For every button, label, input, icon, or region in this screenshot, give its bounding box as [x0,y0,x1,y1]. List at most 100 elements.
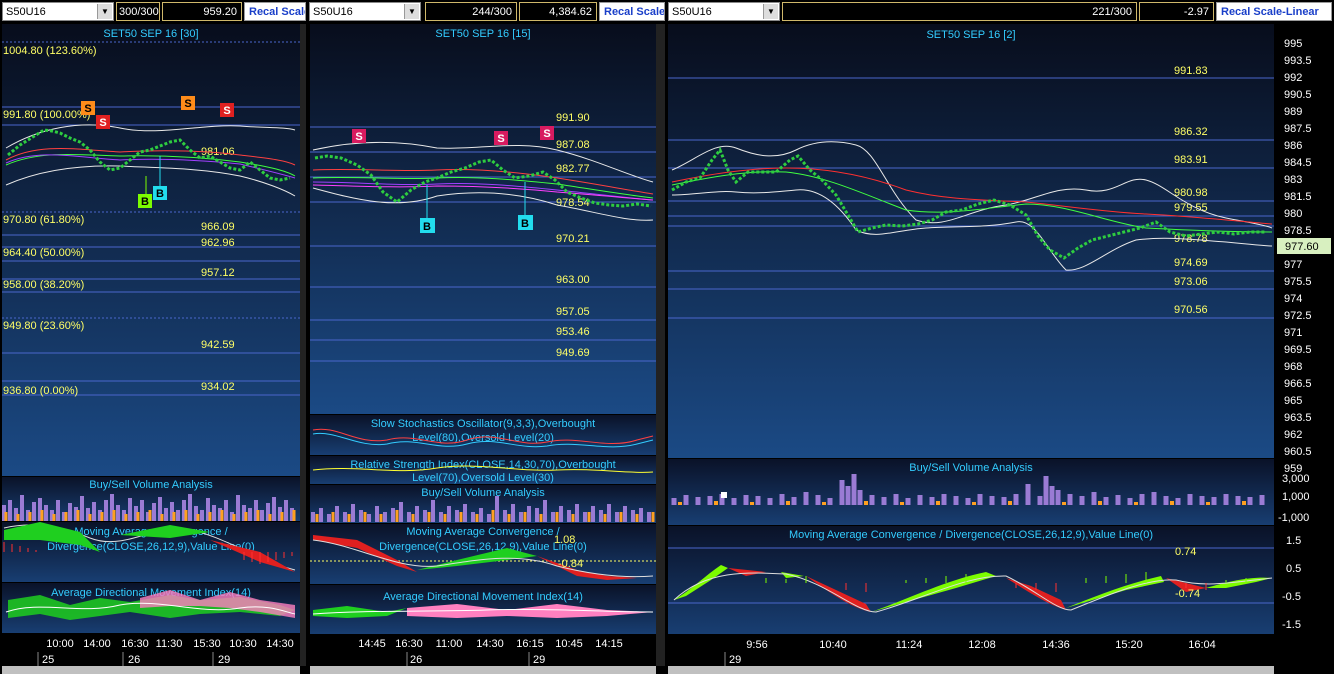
svg-text:26: 26 [128,654,140,666]
pane-divider[interactable] [656,24,665,666]
date-label: 29 [729,654,741,666]
svg-text:26: 26 [410,654,422,666]
chart-canvas-1[interactable]: SET50 SEP 16 [30] 1004.80 (123.60%) 991.… [0,0,306,674]
price-level: 987.08 [556,139,590,151]
svg-text:993.5: 993.5 [1284,55,1312,67]
svg-text:960.5: 960.5 [1284,446,1312,458]
price-level: 973.06 [1174,276,1208,288]
price-level: 991.90 [556,112,590,124]
svg-text:29: 29 [218,654,230,666]
volume-title: Buy/Sell Volume Analysis [421,487,545,499]
pane-divider[interactable] [300,24,306,666]
time-labels: 9:56 10:40 11:24 12:08 14:36 15:20 16:04 [746,639,1215,651]
svg-text:11:24: 11:24 [896,639,923,651]
adx-title: Average Directional Movement Index(14) [383,591,583,603]
price-level: 970.56 [1174,304,1208,316]
current-price: 977.60 [1285,241,1319,253]
svg-text:S: S [184,98,191,110]
volume-title: Buy/Sell Volume Analysis [909,462,1033,474]
svg-text:975.5: 975.5 [1284,276,1312,288]
fib-level: 949.80 (23.60%) [3,320,84,332]
chart-pane-2: S50U16 ▼ 244/300 4,384.62 Recal Scale SE… [307,0,665,674]
fib-level: 970.80 (61.80%) [3,214,84,226]
stochastic-title: Slow Stochastics Oscillator(9,3,3),Overb… [371,418,595,430]
svg-text:992: 992 [1284,72,1302,84]
svg-text:995: 995 [1284,38,1302,50]
fib-level: 1004.80 (123.60%) [3,45,97,57]
fib-level: 936.80 (0.00%) [3,385,78,397]
svg-text:986: 986 [1284,140,1302,152]
svg-text:14:00: 14:00 [83,638,111,650]
svg-text:963.5: 963.5 [1284,412,1312,424]
svg-text:987.5: 987.5 [1284,123,1312,135]
svg-text:981.5: 981.5 [1284,191,1312,203]
svg-text:B: B [156,188,164,200]
svg-text:16:30: 16:30 [395,638,423,650]
price-level: 962.96 [201,237,235,249]
svg-text:25: 25 [42,654,54,666]
chart-pane-3: S50U16 ▼ 221/300 -2.97 Recal Scale-Linea… [666,0,1334,674]
chart-title: SET50 SEP 16 [15] [435,28,530,40]
svg-text:9:56: 9:56 [746,639,767,651]
rsi-title: Level(70),Oversold Level(30) [412,472,554,484]
price-level: 953.46 [556,326,590,338]
volume-marker [721,492,727,498]
svg-text:B: B [423,221,431,233]
svg-text:S: S [99,117,106,129]
svg-text:984.5: 984.5 [1284,157,1312,169]
price-level: 934.02 [201,381,235,393]
price-level: 957.05 [556,306,590,318]
chart-title: SET50 SEP 16 [2] [926,29,1015,41]
price-level: 986.32 [1174,126,1208,138]
price-level: 983.91 [1174,154,1208,166]
horizontal-scrollbar[interactable] [310,666,656,674]
svg-text:10:30: 10:30 [229,638,257,650]
time-labels: 10:00 14:00 16:30 11:30 15:30 10:30 14:3… [46,638,294,650]
svg-text:14:45: 14:45 [358,638,386,650]
date-separators [37,652,214,666]
macd-value: 0.74 [1175,546,1196,558]
svg-text:989: 989 [1284,106,1302,118]
svg-text:972.5: 972.5 [1284,310,1312,322]
horizontal-scrollbar[interactable] [2,666,300,674]
svg-text:14:30: 14:30 [476,638,504,650]
price-level: 980.98 [1174,187,1208,199]
price-level: 979.55 [1174,202,1208,214]
svg-text:15:20: 15:20 [1115,639,1143,651]
svg-text:-1.5: -1.5 [1282,619,1301,631]
svg-text:965: 965 [1284,395,1302,407]
macd-value: -0.74 [1175,588,1200,600]
time-labels: 14:45 16:30 11:00 14:30 16:15 10:45 14:1… [358,638,623,650]
date-labels: 25 26 29 [42,654,230,666]
price-level: 949.69 [556,347,590,359]
svg-text:1,000: 1,000 [1282,491,1310,503]
svg-text:977: 977 [1284,259,1302,271]
svg-text:14:36: 14:36 [1042,639,1070,651]
volume-title: Buy/Sell Volume Analysis [89,479,213,491]
chart-title: SET50 SEP 16 [30] [103,28,198,40]
svg-text:983: 983 [1284,174,1302,186]
horizontal-scrollbar[interactable] [668,666,1274,674]
svg-text:12:08: 12:08 [968,639,996,651]
svg-text:978.5: 978.5 [1284,225,1312,237]
svg-text:971: 971 [1284,327,1302,339]
fib-level: 958.00 (38.20%) [3,279,84,291]
macd-value: 1.08 [554,534,575,546]
macd-title: Moving Average Convergence / Divergence(… [789,529,1153,541]
svg-text:990.5: 990.5 [1284,89,1312,101]
price-level: 957.12 [201,267,235,279]
chart-canvas-3[interactable]: SET50 SEP 16 [2] 991.83 986.32 983.91 98… [666,0,1334,674]
svg-text:11:00: 11:00 [436,638,463,650]
svg-text:11:30: 11:30 [156,638,183,650]
svg-text:S: S [497,133,504,145]
svg-text:16:15: 16:15 [516,638,544,650]
chart-canvas-2[interactable]: SET50 SEP 16 [15] 991.90 987.08 982.77 9… [307,0,665,674]
svg-text:S: S [223,105,230,117]
price-level: 963.00 [556,274,590,286]
svg-text:3,000: 3,000 [1282,473,1310,485]
svg-text:969.5: 969.5 [1284,344,1312,356]
svg-text:S: S [543,128,550,140]
svg-text:14:30: 14:30 [266,638,294,650]
svg-text:974: 974 [1284,293,1302,305]
svg-text:S: S [355,131,362,143]
